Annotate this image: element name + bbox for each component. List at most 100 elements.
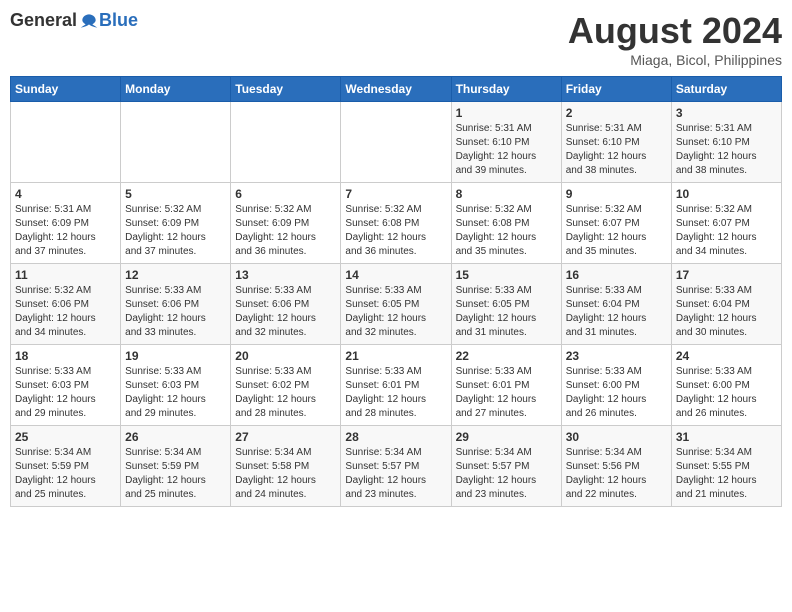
- weekday-header-cell: Saturday: [671, 77, 781, 102]
- weekday-header-cell: Tuesday: [231, 77, 341, 102]
- weekday-header-cell: Friday: [561, 77, 671, 102]
- day-detail: Sunrise: 5:32 AM Sunset: 6:09 PM Dayligh…: [125, 203, 226, 259]
- day-detail: Sunrise: 5:32 AM Sunset: 6:08 PM Dayligh…: [345, 203, 446, 259]
- calendar-week-row: 18 Sunrise: 5:33 AM Sunset: 6:03 PM Dayli…: [11, 345, 782, 426]
- calendar-week-row: 1Sunrise: 5:31 AM Sunset: 6:10 PM Daylig…: [11, 102, 782, 183]
- calendar-day-cell: 4Sunrise: 5:31 AM Sunset: 6:09 PM Daylig…: [11, 183, 121, 264]
- day-detail: Sunrise: 5:31 AM Sunset: 6:10 PM Dayligh…: [676, 122, 777, 178]
- day-detail: Sunrise: 5:31 AM Sunset: 6:10 PM Dayligh…: [456, 122, 557, 178]
- calendar-day-cell: [341, 102, 451, 183]
- logo-general-text: General: [10, 10, 77, 31]
- calendar-day-cell: 23 Sunrise: 5:33 AM Sunset: 6:00 PM Dayli…: [561, 345, 671, 426]
- day-number: 25: [15, 430, 116, 444]
- day-number: 27: [235, 430, 336, 444]
- calendar-day-cell: 15Sunrise: 5:33 AM Sunset: 6:05 PM Dayli…: [451, 264, 561, 345]
- day-number: 20: [235, 349, 336, 363]
- day-detail: Sunrise: 5:33 AM Sunset: 6:01 PM Dayligh…: [345, 365, 446, 421]
- calendar-day-cell: 6 Sunrise: 5:32 AM Sunset: 6:09 PM Daylig…: [231, 183, 341, 264]
- calendar-day-cell: 17 Sunrise: 5:33 AM Sunset: 6:04 PM Dayli…: [671, 264, 781, 345]
- day-number: 26: [125, 430, 226, 444]
- month-title: August 2024: [568, 10, 782, 52]
- day-number: 7: [345, 187, 446, 201]
- calendar-day-cell: 10 Sunrise: 5:32 AM Sunset: 6:07 PM Dayli…: [671, 183, 781, 264]
- day-detail: Sunrise: 5:34 AM Sunset: 5:57 PM Dayligh…: [456, 446, 557, 502]
- day-number: 31: [676, 430, 777, 444]
- day-number: 13: [235, 268, 336, 282]
- day-number: 17: [676, 268, 777, 282]
- calendar-day-cell: 30Sunrise: 5:34 AM Sunset: 5:56 PM Dayli…: [561, 426, 671, 507]
- calendar-table: SundayMondayTuesdayWednesdayThursdayFrid…: [10, 76, 782, 507]
- day-detail: Sunrise: 5:33 AM Sunset: 6:02 PM Dayligh…: [235, 365, 336, 421]
- calendar-day-cell: 11Sunrise: 5:32 AM Sunset: 6:06 PM Dayli…: [11, 264, 121, 345]
- calendar-day-cell: 7 Sunrise: 5:32 AM Sunset: 6:08 PM Daylig…: [341, 183, 451, 264]
- calendar-body: 1Sunrise: 5:31 AM Sunset: 6:10 PM Daylig…: [11, 102, 782, 507]
- day-detail: Sunrise: 5:31 AM Sunset: 6:09 PM Dayligh…: [15, 203, 116, 259]
- calendar-day-cell: 13 Sunrise: 5:33 AM Sunset: 6:06 PM Dayli…: [231, 264, 341, 345]
- day-number: 19: [125, 349, 226, 363]
- day-number: 23: [566, 349, 667, 363]
- calendar-week-row: 4Sunrise: 5:31 AM Sunset: 6:09 PM Daylig…: [11, 183, 782, 264]
- logo-bird-icon: [79, 11, 99, 31]
- day-detail: Sunrise: 5:34 AM Sunset: 5:58 PM Dayligh…: [235, 446, 336, 502]
- weekday-header-cell: Wednesday: [341, 77, 451, 102]
- day-detail: Sunrise: 5:33 AM Sunset: 6:01 PM Dayligh…: [456, 365, 557, 421]
- calendar-day-cell: 9 Sunrise: 5:32 AM Sunset: 6:07 PM Daylig…: [561, 183, 671, 264]
- day-detail: Sunrise: 5:33 AM Sunset: 6:03 PM Dayligh…: [15, 365, 116, 421]
- day-detail: Sunrise: 5:33 AM Sunset: 6:00 PM Dayligh…: [566, 365, 667, 421]
- logo: General Blue: [10, 10, 138, 31]
- calendar-day-cell: [11, 102, 121, 183]
- day-detail: Sunrise: 5:32 AM Sunset: 6:08 PM Dayligh…: [456, 203, 557, 259]
- calendar-day-cell: 14Sunrise: 5:33 AM Sunset: 6:05 PM Dayli…: [341, 264, 451, 345]
- day-detail: Sunrise: 5:34 AM Sunset: 5:59 PM Dayligh…: [125, 446, 226, 502]
- day-detail: Sunrise: 5:33 AM Sunset: 6:04 PM Dayligh…: [676, 284, 777, 340]
- day-number: 16: [566, 268, 667, 282]
- calendar-day-cell: 20 Sunrise: 5:33 AM Sunset: 6:02 PM Dayli…: [231, 345, 341, 426]
- calendar-day-cell: 16 Sunrise: 5:33 AM Sunset: 6:04 PM Dayli…: [561, 264, 671, 345]
- calendar-day-cell: 21Sunrise: 5:33 AM Sunset: 6:01 PM Dayli…: [341, 345, 451, 426]
- weekday-header-cell: Thursday: [451, 77, 561, 102]
- day-detail: Sunrise: 5:33 AM Sunset: 6:06 PM Dayligh…: [235, 284, 336, 340]
- day-number: 6: [235, 187, 336, 201]
- calendar-day-cell: 18 Sunrise: 5:33 AM Sunset: 6:03 PM Dayli…: [11, 345, 121, 426]
- day-detail: Sunrise: 5:32 AM Sunset: 6:07 PM Dayligh…: [566, 203, 667, 259]
- day-number: 30: [566, 430, 667, 444]
- calendar-day-cell: [231, 102, 341, 183]
- day-number: 3: [676, 106, 777, 120]
- day-number: 11: [15, 268, 116, 282]
- calendar-day-cell: 28 Sunrise: 5:34 AM Sunset: 5:57 PM Dayli…: [341, 426, 451, 507]
- title-block: August 2024 Miaga, Bicol, Philippines: [568, 10, 782, 68]
- day-detail: Sunrise: 5:32 AM Sunset: 6:09 PM Dayligh…: [235, 203, 336, 259]
- calendar-day-cell: 1Sunrise: 5:31 AM Sunset: 6:10 PM Daylig…: [451, 102, 561, 183]
- calendar-day-cell: 25 Sunrise: 5:34 AM Sunset: 5:59 PM Dayli…: [11, 426, 121, 507]
- day-detail: Sunrise: 5:33 AM Sunset: 6:05 PM Dayligh…: [345, 284, 446, 340]
- day-number: 9: [566, 187, 667, 201]
- day-number: 28: [345, 430, 446, 444]
- logo-blue-text: Blue: [99, 10, 138, 31]
- day-number: 18: [15, 349, 116, 363]
- calendar-day-cell: 24 Sunrise: 5:33 AM Sunset: 6:00 PM Dayli…: [671, 345, 781, 426]
- day-detail: Sunrise: 5:34 AM Sunset: 5:55 PM Dayligh…: [676, 446, 777, 502]
- day-number: 8: [456, 187, 557, 201]
- day-detail: Sunrise: 5:33 AM Sunset: 6:03 PM Dayligh…: [125, 365, 226, 421]
- day-detail: Sunrise: 5:31 AM Sunset: 6:10 PM Dayligh…: [566, 122, 667, 178]
- calendar-day-cell: 27 Sunrise: 5:34 AM Sunset: 5:58 PM Dayli…: [231, 426, 341, 507]
- calendar-day-cell: 12Sunrise: 5:33 AM Sunset: 6:06 PM Dayli…: [121, 264, 231, 345]
- day-number: 2: [566, 106, 667, 120]
- calendar-day-cell: 8 Sunrise: 5:32 AM Sunset: 6:08 PM Daylig…: [451, 183, 561, 264]
- day-number: 24: [676, 349, 777, 363]
- day-detail: Sunrise: 5:33 AM Sunset: 6:00 PM Dayligh…: [676, 365, 777, 421]
- weekday-header-cell: Sunday: [11, 77, 121, 102]
- day-detail: Sunrise: 5:34 AM Sunset: 5:59 PM Dayligh…: [15, 446, 116, 502]
- weekday-header-cell: Monday: [121, 77, 231, 102]
- calendar-week-row: 25 Sunrise: 5:34 AM Sunset: 5:59 PM Dayli…: [11, 426, 782, 507]
- calendar-day-cell: 3 Sunrise: 5:31 AM Sunset: 6:10 PM Daylig…: [671, 102, 781, 183]
- day-number: 5: [125, 187, 226, 201]
- calendar-day-cell: 19 Sunrise: 5:33 AM Sunset: 6:03 PM Dayli…: [121, 345, 231, 426]
- day-detail: Sunrise: 5:33 AM Sunset: 6:04 PM Dayligh…: [566, 284, 667, 340]
- location-title: Miaga, Bicol, Philippines: [568, 52, 782, 68]
- calendar-day-cell: 26 Sunrise: 5:34 AM Sunset: 5:59 PM Dayli…: [121, 426, 231, 507]
- day-detail: Sunrise: 5:32 AM Sunset: 6:07 PM Dayligh…: [676, 203, 777, 259]
- day-number: 10: [676, 187, 777, 201]
- calendar-day-cell: 2 Sunrise: 5:31 AM Sunset: 6:10 PM Daylig…: [561, 102, 671, 183]
- day-detail: Sunrise: 5:34 AM Sunset: 5:57 PM Dayligh…: [345, 446, 446, 502]
